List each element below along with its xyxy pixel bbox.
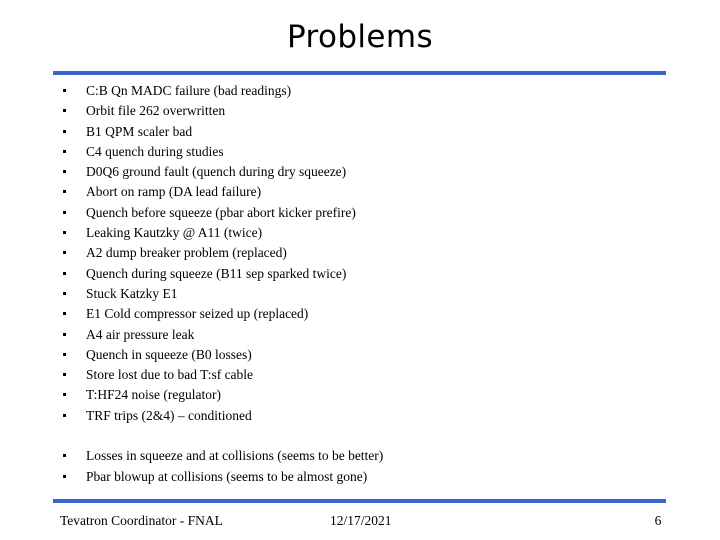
bullet-square-icon	[63, 109, 66, 113]
bullet-square-icon	[63, 332, 66, 336]
list-item-label: Abort on ramp (DA lead failure)	[86, 184, 262, 200]
bullet-square-icon	[63, 352, 66, 356]
bullet-square-icon	[63, 170, 66, 174]
list-item-label: T:HF24 noise (regulator)	[86, 387, 222, 403]
list-item: T:HF24 noise (regulator)	[53, 385, 673, 405]
list-item: Store lost due to bad T:sf cable	[53, 365, 673, 385]
list-item-label: Losses in squeeze and at collisions (see…	[86, 448, 384, 464]
list-item-label: C4 quench during studies	[86, 143, 224, 159]
bullet-square-icon	[63, 210, 66, 214]
list-item-label: Quench before squeeze (pbar abort kicker…	[86, 204, 356, 220]
bullet-square-icon	[63, 251, 66, 255]
list-item: Leaking Kautzky @ A11 (twice)	[53, 223, 673, 243]
list-item: Quench during squeeze (B11 sep sparked t…	[53, 264, 673, 284]
bullet-square-icon	[63, 373, 66, 377]
list-item-label: A4 air pressure leak	[86, 326, 195, 342]
list-item-label: A2 dump breaker problem (replaced)	[86, 245, 287, 261]
bullet-square-icon	[63, 271, 66, 275]
list-item: C4 quench during studies	[53, 142, 673, 162]
list-item: Quench in squeeze (B0 losses)	[53, 345, 673, 365]
list-item: Losses in squeeze and at collisions (see…	[53, 446, 673, 466]
list-item: Stuck Katzky E1	[53, 284, 673, 304]
list-item-label: Stuck Katzky E1	[86, 285, 178, 301]
list-item-label: B1 QPM scaler bad	[86, 123, 193, 139]
list-item-label: TRF trips (2&4) – conditioned	[86, 407, 252, 423]
list-item-label: D0Q6 ground fault (quench during dry squ…	[86, 164, 347, 180]
list-item: Pbar blowup at collisions (seems to be a…	[53, 467, 673, 487]
bullet-square-icon	[63, 231, 66, 235]
bullet-square-icon	[63, 89, 66, 92]
list-item: Orbit file 262 overwritten	[53, 101, 673, 121]
bullet-square-icon	[63, 312, 66, 316]
bullet-square-icon	[63, 393, 66, 397]
list-item: A2 dump breaker problem (replaced)	[53, 243, 673, 263]
bullet-list: C:B Qn MADC failure (bad readings) Orbit …	[53, 81, 673, 487]
footer-date-label: 12/17/2021	[330, 513, 392, 528]
list-group-spacer	[53, 426, 673, 446]
list-item-label: Pbar blowup at collisions (seems to be a…	[86, 468, 368, 484]
bullet-square-icon	[63, 413, 66, 417]
bullet-square-icon	[63, 474, 66, 478]
list-item-label: E1 Cold compressor seized up (replaced)	[86, 306, 309, 322]
slide: Problems C:B Qn MADC failure (bad readin…	[0, 0, 720, 540]
bullet-square-icon	[63, 291, 66, 295]
bullet-square-icon	[63, 190, 66, 194]
list-item: C:B Qn MADC failure (bad readings)	[53, 81, 673, 101]
list-item-label: Quench in squeeze (B0 losses)	[86, 346, 252, 362]
list-item: D0Q6 ground fault (quench during dry squ…	[53, 162, 673, 182]
list-item: Quench before squeeze (pbar abort kicker…	[53, 203, 673, 223]
list-item: B1 QPM scaler bad	[53, 122, 673, 142]
bullet-square-icon	[63, 454, 66, 458]
list-item-label: Store lost due to bad T:sf cable	[86, 367, 254, 383]
list-item: TRF trips (2&4) – conditioned	[53, 406, 673, 426]
list-item-label: Quench during squeeze (B11 sep sparked t…	[86, 265, 347, 281]
bullet-square-icon	[63, 129, 66, 133]
list-item-label: Orbit file 262 overwritten	[86, 103, 226, 119]
slide-footer: Tevatron Coordinator - FNAL 12/17/2021 6	[0, 509, 720, 533]
bullet-square-icon	[63, 149, 66, 153]
list-item: A4 air pressure leak	[53, 325, 673, 345]
footer-presenter-label: Tevatron Coordinator - FNAL	[60, 513, 223, 528]
list-item-label: C:B Qn MADC failure (bad readings)	[86, 83, 292, 98]
footer-page-number: 6	[654, 513, 662, 528]
list-item-label: Leaking Kautzky @ A11 (twice)	[86, 225, 263, 241]
title-divider-rule	[53, 71, 666, 75]
list-item: E1 Cold compressor seized up (replaced)	[53, 304, 673, 324]
list-item: Abort on ramp (DA lead failure)	[53, 182, 673, 202]
page-title: Problems	[286, 19, 434, 55]
footer-divider-rule	[53, 499, 666, 503]
